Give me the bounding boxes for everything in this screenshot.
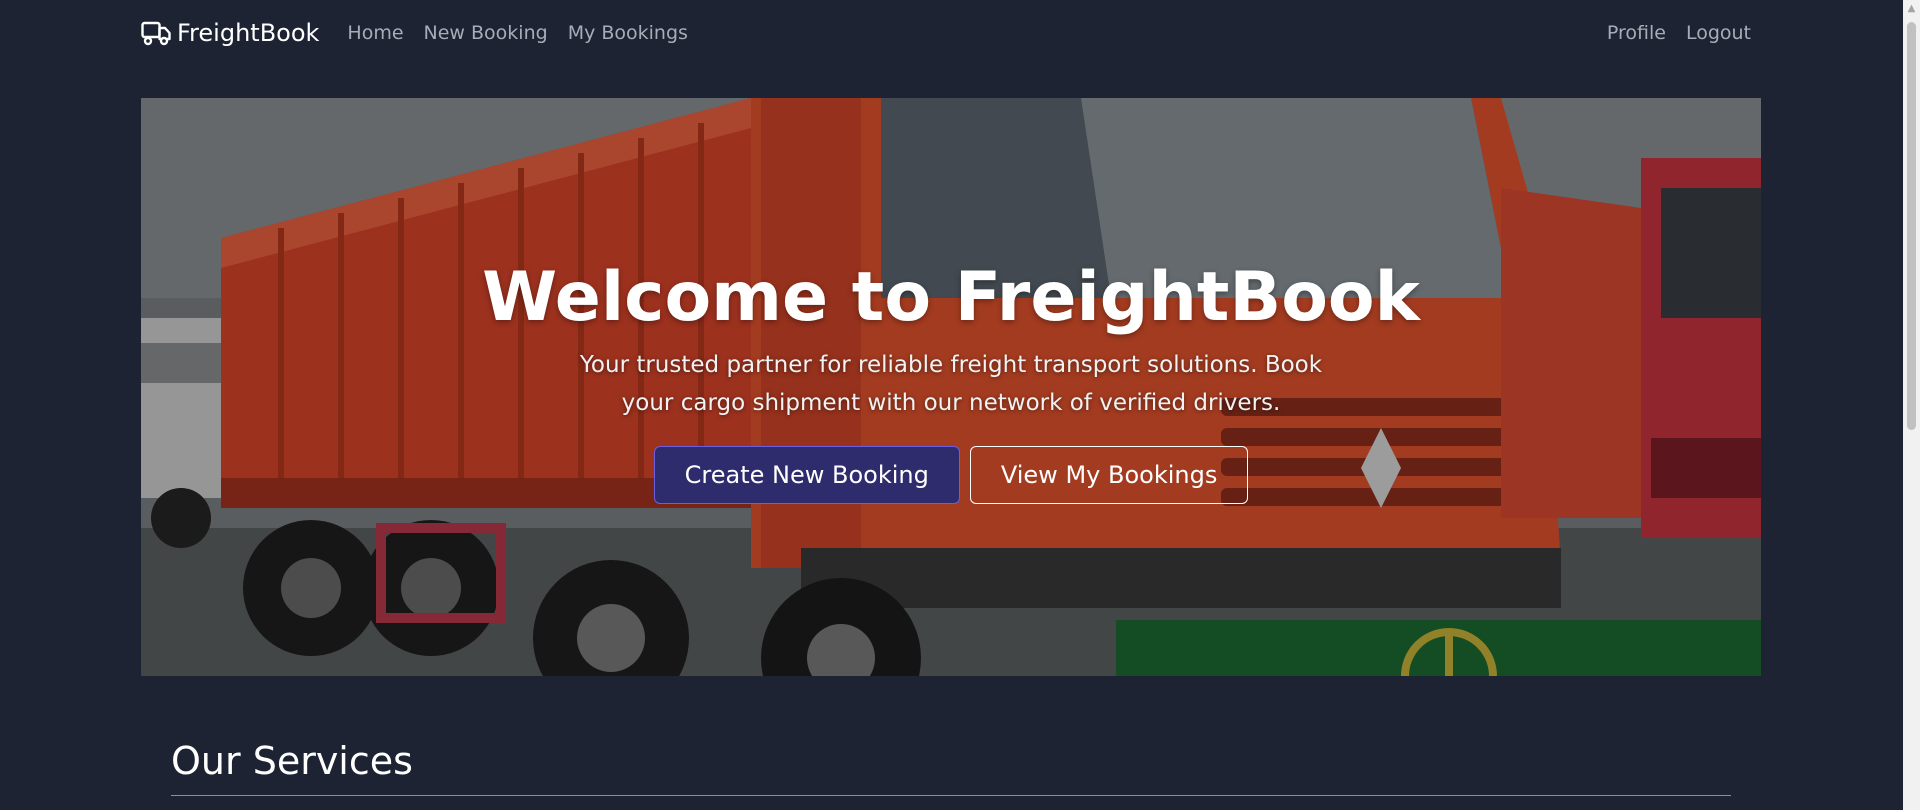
nav-logout-link[interactable]: Logout [1686, 22, 1751, 44]
hero-actions: Create New Booking View My Bookings [141, 446, 1761, 504]
nav-links: Home New Booking My Bookings [347, 22, 688, 44]
scrollbar-thumb[interactable] [1907, 22, 1916, 430]
services-heading: Our Services [171, 739, 413, 783]
view-my-bookings-button[interactable]: View My Bookings [969, 446, 1249, 504]
hero-title: Welcome to FreightBook [482, 258, 1420, 337]
nav-profile-link[interactable]: Profile [1607, 22, 1666, 44]
hero-banner: Welcome to FreightBook Your trusted part… [141, 98, 1761, 676]
nav-home-link[interactable]: Home [347, 22, 403, 44]
nav-account-links: Profile Logout [1607, 22, 1751, 44]
scroll-up-arrow-icon[interactable]: ▲ [1903, 0, 1920, 17]
page-scrollbar[interactable]: ▲ [1903, 0, 1920, 810]
services-divider [171, 795, 1731, 796]
nav-new-booking-link[interactable]: New Booking [424, 22, 548, 44]
navbar: FreightBook Home New Booking My Bookings… [141, 0, 1751, 66]
truck-icon [141, 20, 171, 46]
brand-name: FreightBook [177, 19, 320, 47]
hero-content: Welcome to FreightBook Your trusted part… [141, 258, 1761, 504]
nav-my-bookings-link[interactable]: My Bookings [568, 22, 688, 44]
create-new-booking-button[interactable]: Create New Booking [653, 446, 960, 504]
brand-link[interactable]: FreightBook [141, 19, 319, 47]
page: FreightBook Home New Booking My Bookings… [0, 0, 1920, 810]
hero-subtitle: Your trusted partner for reliable freigh… [579, 352, 1323, 416]
